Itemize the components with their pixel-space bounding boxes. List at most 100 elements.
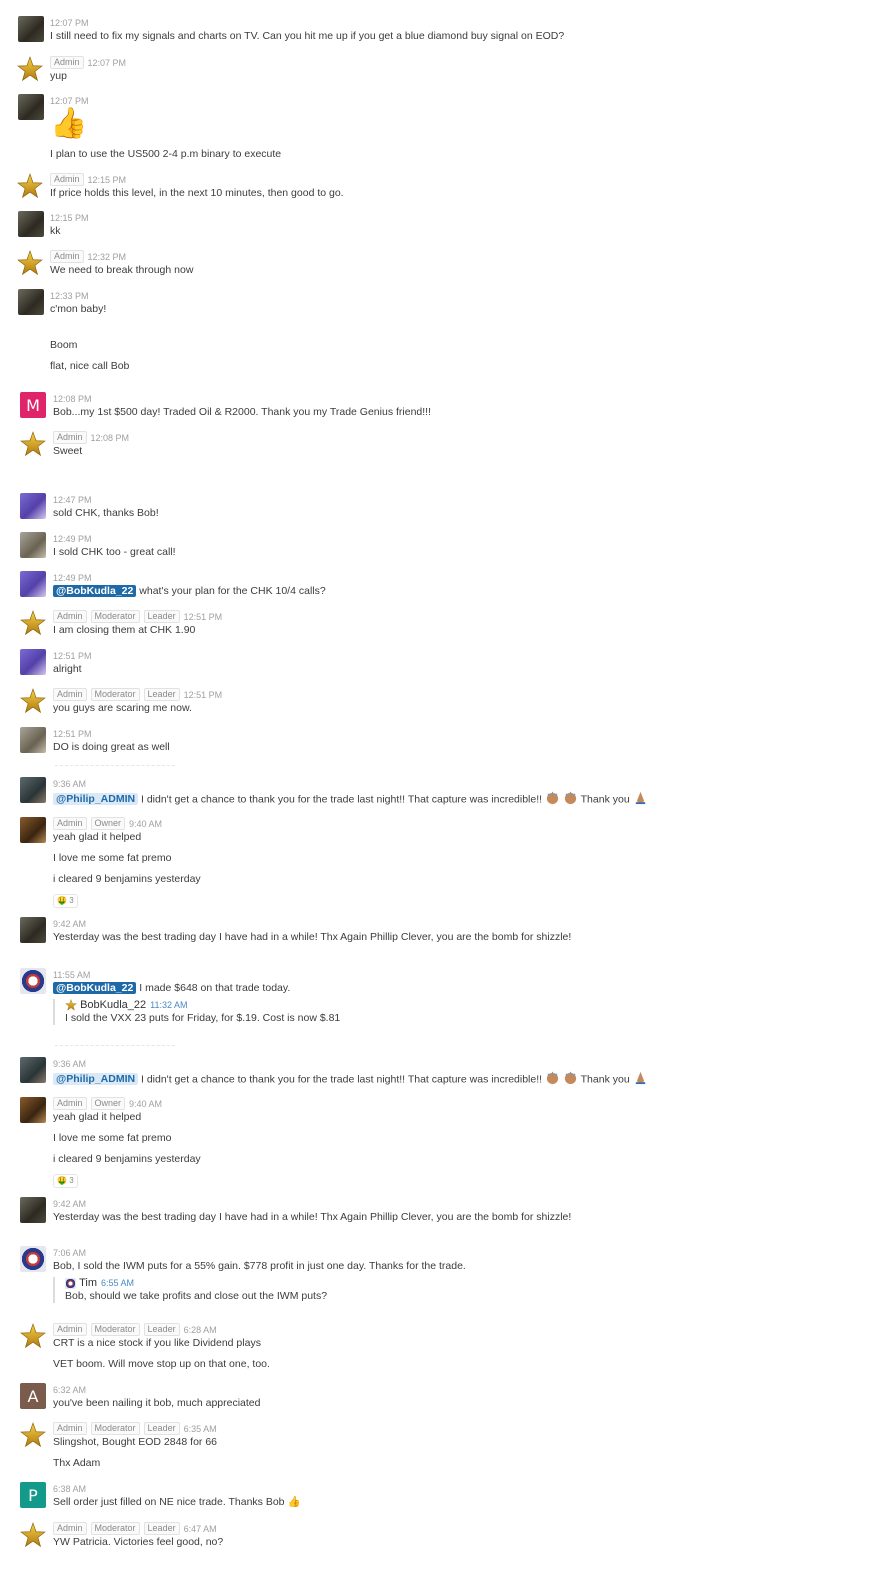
- user-avatar[interactable]: [20, 968, 46, 994]
- user-avatar[interactable]: [20, 1057, 46, 1083]
- star-avatar-icon[interactable]: [20, 431, 46, 457]
- user-mention[interactable]: @Philip_ADMIN: [53, 1073, 139, 1086]
- message-text: Yesterday was the best trading day I hav…: [53, 1211, 572, 1223]
- pray-emoji-icon: [633, 1070, 648, 1089]
- user-mention[interactable]: @Philip_ADMIN: [53, 793, 139, 806]
- message-text: Bob...my 1st $500 day! Traded Oil & R200…: [53, 406, 432, 418]
- user-mention[interactable]: @BobKudla_22: [53, 585, 137, 597]
- star-avatar-icon[interactable]: [20, 610, 46, 636]
- message-time: 9:36 AM: [53, 1058, 87, 1069]
- message-time: 12:33 PM: [50, 290, 89, 301]
- message-time: 7:06 AM: [53, 1247, 87, 1258]
- role-badge: Moderator: [90, 688, 140, 701]
- reaction-badge[interactable]: 🤑 3: [53, 1173, 78, 1188]
- message-text: yeah glad it helped: [53, 1111, 142, 1123]
- user-avatar[interactable]: [18, 94, 44, 120]
- role-badge: Admin: [53, 431, 87, 444]
- user-avatar[interactable]: [20, 1246, 46, 1272]
- clap-emoji-icon: [545, 790, 560, 809]
- user-avatar[interactable]: [20, 917, 46, 943]
- user-avatar[interactable]: [20, 532, 46, 558]
- message-time: 6:47 AM: [183, 1523, 217, 1534]
- user-avatar: [65, 1277, 76, 1289]
- role-badge: Admin: [50, 250, 84, 263]
- message-text: sold CHK, thanks Bob!: [53, 507, 159, 519]
- divider: [55, 765, 175, 767]
- user-avatar[interactable]: [20, 1097, 46, 1123]
- message-body: @BobKudla_22 what's your plan for the CH…: [53, 584, 326, 598]
- role-badge: Moderator: [90, 1323, 140, 1336]
- star-avatar-icon[interactable]: [20, 1522, 46, 1548]
- message-time: 6:32 AM: [53, 1384, 87, 1395]
- role-badge: Moderator: [90, 610, 140, 623]
- user-avatar[interactable]: [20, 1197, 46, 1223]
- message-text: I didn't get a chance to thank you for t…: [141, 1073, 543, 1086]
- user-avatar[interactable]: [18, 289, 44, 315]
- user-avatar[interactable]: [18, 211, 44, 237]
- message-text: i cleared 9 benjamins yesterday: [53, 873, 201, 885]
- user-avatar[interactable]: [18, 16, 44, 42]
- reaction-count: 3: [69, 896, 74, 905]
- message-text: I plan to use the US500 2-4 p.m binary t…: [50, 148, 282, 160]
- star-avatar-icon[interactable]: [20, 1422, 46, 1448]
- quote-text: I sold the VXX 23 puts for Friday, for $…: [65, 1012, 341, 1024]
- message-text: yup: [50, 70, 67, 82]
- clap-emoji-icon: [545, 1070, 560, 1089]
- star-avatar-icon[interactable]: [17, 173, 43, 199]
- quoted-message[interactable]: Tim 6:55 AM Bob, should we take profits a…: [53, 1277, 466, 1303]
- message-tail: Thank you: [580, 793, 630, 806]
- role-badge: Leader: [143, 688, 180, 701]
- message-text: Sell order just filled on NE nice trade.…: [53, 1496, 285, 1508]
- message-time: 9:42 AM: [53, 918, 87, 929]
- message-text: I love me some fat premo: [53, 852, 172, 864]
- message-time: 9:40 AM: [129, 1098, 163, 1109]
- star-avatar-icon[interactable]: [20, 1323, 46, 1349]
- message-text: VET boom. Will move stop up on that one,…: [53, 1358, 270, 1370]
- role-badge: Moderator: [90, 1522, 140, 1535]
- pray-emoji-icon: [633, 790, 648, 809]
- user-avatar[interactable]: [20, 493, 46, 519]
- money-face-emoji-icon: 🤑: [57, 896, 67, 905]
- user-avatar[interactable]: [20, 571, 46, 597]
- role-badge: Leader: [143, 1522, 180, 1535]
- user-avatar[interactable]: [20, 777, 46, 803]
- message-text: yeah glad it helped: [53, 831, 142, 843]
- clap-emoji-icon: [563, 1070, 578, 1089]
- user-avatar[interactable]: [20, 817, 46, 843]
- reaction-badge[interactable]: 🤑 3: [53, 893, 78, 908]
- message-text: CRT is a nice stock if you like Dividend…: [53, 1337, 261, 1349]
- message-time: 12:47 PM: [53, 494, 92, 505]
- message-text: I made $648 on that trade today.: [139, 982, 291, 994]
- quoted-message[interactable]: BobKudla_22 11:32 AM I sold the VXX 23 pu…: [53, 999, 340, 1025]
- user-avatar[interactable]: P: [20, 1482, 46, 1508]
- message-body: @Philip_ADMIN I didn't get a chance to t…: [53, 1070, 648, 1089]
- user-avatar[interactable]: [20, 649, 46, 675]
- user-avatar[interactable]: M: [20, 392, 46, 418]
- message-text: kk: [50, 225, 61, 237]
- message-time: 12:49 PM: [53, 572, 92, 583]
- quote-text: Bob, should we take profits and close ou…: [65, 1290, 328, 1302]
- message-text: alright: [53, 663, 82, 675]
- message-text: what's your plan for the CHK 10/4 calls?: [139, 585, 326, 597]
- quote-author: Tim: [79, 1277, 97, 1289]
- message-text: c'mon baby!: [50, 303, 107, 315]
- quote-time: 11:32 AM: [150, 1000, 188, 1010]
- role-badge: Owner: [90, 1097, 126, 1110]
- role-badge: Leader: [143, 1422, 180, 1435]
- message-time: 12:51 PM: [183, 611, 223, 622]
- star-avatar-icon[interactable]: [17, 56, 43, 82]
- role-badge: Admin: [53, 817, 87, 830]
- star-avatar-icon[interactable]: [17, 250, 43, 276]
- message-body: @Philip_ADMIN I didn't get a chance to t…: [53, 790, 648, 809]
- role-badge: Admin: [50, 56, 84, 69]
- money-face-emoji-icon: 🤑: [57, 1176, 67, 1185]
- message-time: 6:35 AM: [183, 1423, 217, 1434]
- thumbs-up-emoji-icon: 👍: [50, 107, 88, 140]
- user-mention[interactable]: @BobKudla_22: [53, 982, 137, 994]
- user-avatar[interactable]: A: [20, 1383, 46, 1409]
- message-text: Sweet: [53, 445, 83, 457]
- quote-author: BobKudla_22: [80, 999, 147, 1011]
- user-avatar[interactable]: [20, 727, 46, 753]
- message-text: I sold CHK too - great call!: [53, 546, 176, 558]
- star-avatar-icon[interactable]: [20, 688, 46, 714]
